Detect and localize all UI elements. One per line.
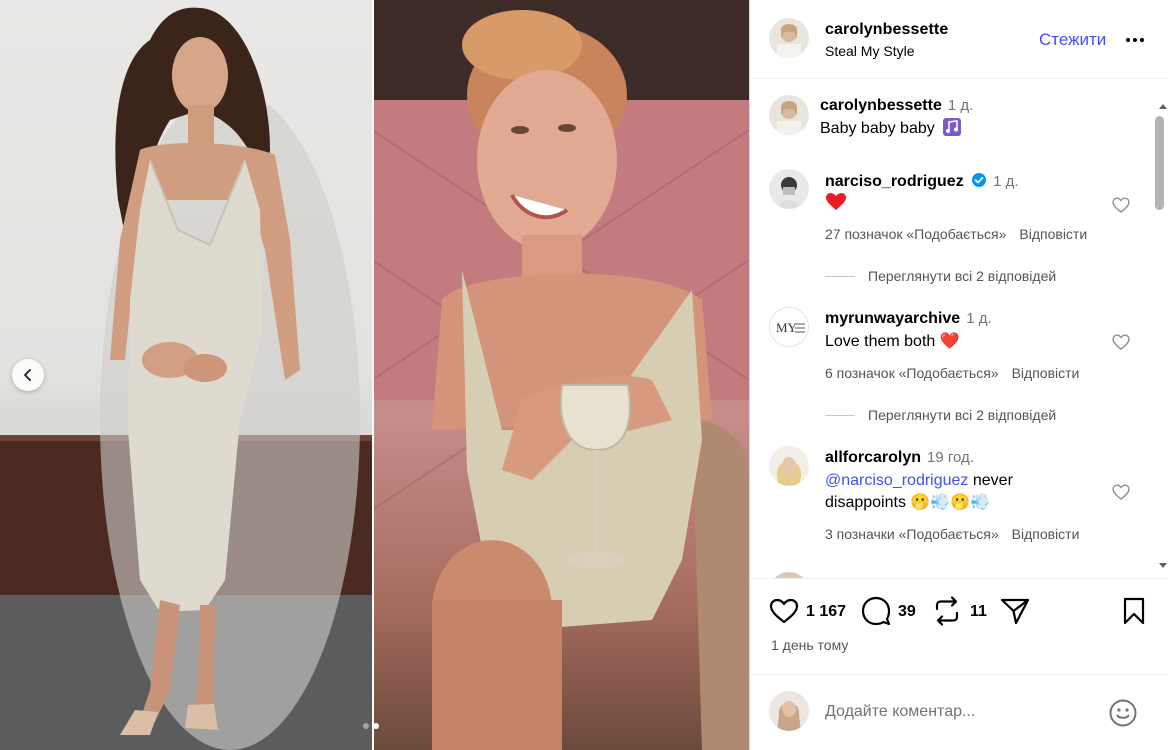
- caption-time: 1 д.: [947, 97, 974, 114]
- emoji-icon[interactable]: [1107, 697, 1139, 729]
- heart-icon[interactable]: [1111, 195, 1131, 215]
- post-header: carolynbessette Steal My Style Стежити: [750, 0, 1170, 79]
- comment-meta: 6 позначок «Подобається» Відповісти: [825, 365, 1092, 381]
- comment-username[interactable]: myrunwayarchive 1 д.: [825, 310, 992, 328]
- comment-username[interactable]: narciso_rodriguez 1 д.: [825, 172, 1019, 191]
- heart-icon[interactable]: [1111, 482, 1131, 502]
- comment-avatar[interactable]: MY: [769, 307, 809, 347]
- reply-button[interactable]: Відповісти: [1012, 526, 1080, 542]
- post-media: [0, 0, 749, 750]
- comment-time: 1 д.: [993, 173, 1019, 190]
- music-notes-icon: [943, 118, 962, 136]
- author-avatar[interactable]: [769, 18, 809, 58]
- caption-text: Baby baby baby: [820, 117, 962, 140]
- comment-text: [825, 192, 847, 215]
- reply-button[interactable]: Відповісти: [1012, 365, 1080, 381]
- follow-button[interactable]: Стежити: [1039, 30, 1106, 50]
- comment-count[interactable]: 39: [898, 603, 916, 621]
- scrollbar-thumb[interactable]: [1155, 116, 1164, 210]
- share-send-icon[interactable]: [999, 595, 1031, 627]
- comment-meta: 3 позначки «Подобається» Відповісти: [825, 526, 1092, 542]
- author-subtitle[interactable]: Steal My Style: [825, 43, 914, 59]
- comment-time: 19 год.: [927, 449, 974, 466]
- photo-divider: [372, 0, 374, 750]
- author-username[interactable]: carolynbessette: [825, 21, 948, 39]
- comment-text-part: never: [972, 472, 1013, 489]
- reply-button[interactable]: Відповісти: [1019, 226, 1087, 242]
- photo-left: [0, 0, 372, 750]
- view-replies-text[interactable]: Переглянути всі 2 відповідей: [868, 407, 1056, 423]
- heart-icon[interactable]: [1111, 332, 1131, 352]
- current-user-avatar[interactable]: [769, 691, 809, 731]
- add-comment-input[interactable]: [825, 700, 1105, 724]
- comment-text: @narciso_rodriguez never disappoints 🫢💨🫢…: [825, 470, 1085, 514]
- like-heart-icon[interactable]: [768, 595, 800, 627]
- view-replies-text[interactable]: Переглянути всі 2 відповідей: [868, 268, 1056, 284]
- chevron-left-icon: [24, 369, 31, 381]
- comment-text-line2: disappoints 🫢💨🫢💨: [825, 494, 991, 511]
- action-bar: 1 167 39 11: [750, 595, 1170, 635]
- carousel-prev-button[interactable]: [12, 359, 44, 391]
- carousel-dot: [363, 723, 369, 729]
- comment-username-text[interactable]: allforcarolyn: [825, 449, 921, 466]
- comment-likes[interactable]: 3 позначки «Подобається»: [825, 526, 999, 542]
- verified-badge-icon: [972, 173, 987, 187]
- comment-likes[interactable]: 27 позначок «Подобається»: [825, 226, 1006, 242]
- bookmark-icon[interactable]: [1118, 595, 1150, 627]
- replies-line: [825, 275, 855, 277]
- carousel-dot-active: [373, 723, 379, 729]
- comment-likes[interactable]: 6 позначок «Подобається»: [825, 365, 999, 381]
- view-replies-button[interactable]: Переглянути всі 2 відповідей: [825, 268, 1056, 284]
- caption-avatar[interactable]: [769, 95, 809, 135]
- red-heart-emoji-icon: [826, 193, 846, 210]
- repost-icon[interactable]: [931, 595, 963, 627]
- divider: [750, 674, 1170, 675]
- post-side-panel: carolynbessette Steal My Style Стежити c…: [749, 0, 1173, 750]
- caption-text-content: Baby baby baby: [820, 120, 935, 137]
- replies-line: [825, 414, 855, 416]
- photo-right: [372, 0, 749, 750]
- svg-text:MY: MY: [776, 320, 798, 335]
- caption-username[interactable]: carolynbessette 1 д.: [820, 97, 973, 115]
- comments-list[interactable]: carolynbessette 1 д. Baby baby baby narci…: [750, 80, 1170, 578]
- view-replies-button[interactable]: Переглянути всі 2 відповідей: [825, 407, 1056, 423]
- post-time-ago[interactable]: 1 день тому: [771, 637, 848, 653]
- scroll-down-arrow-icon[interactable]: [1157, 560, 1169, 572]
- comment-avatar[interactable]: [769, 169, 809, 209]
- mention-link[interactable]: @narciso_rodriguez: [825, 472, 968, 489]
- carousel-dots: [363, 723, 379, 729]
- comment-meta: 27 позначок «Подобається» Відповісти: [825, 226, 1100, 242]
- caption-username-text[interactable]: carolynbessette: [820, 97, 942, 114]
- comment-username[interactable]: allforcarolyn 19 год.: [825, 449, 974, 467]
- more-options-icon[interactable]: [1123, 28, 1147, 52]
- like-count[interactable]: 1 167: [806, 603, 846, 621]
- repost-count[interactable]: 11: [970, 603, 987, 621]
- comment-avatar[interactable]: [769, 446, 809, 486]
- comment-bubble-icon[interactable]: [860, 595, 892, 627]
- comment-username-text[interactable]: myrunwayarchive: [825, 310, 960, 327]
- comment-time: 1 д.: [966, 310, 992, 327]
- divider: [750, 578, 1170, 579]
- comment-username-text[interactable]: narciso_rodriguez: [825, 173, 964, 190]
- scroll-up-arrow-icon[interactable]: [1157, 100, 1169, 112]
- comment-text: Love them both ❤️: [825, 333, 960, 350]
